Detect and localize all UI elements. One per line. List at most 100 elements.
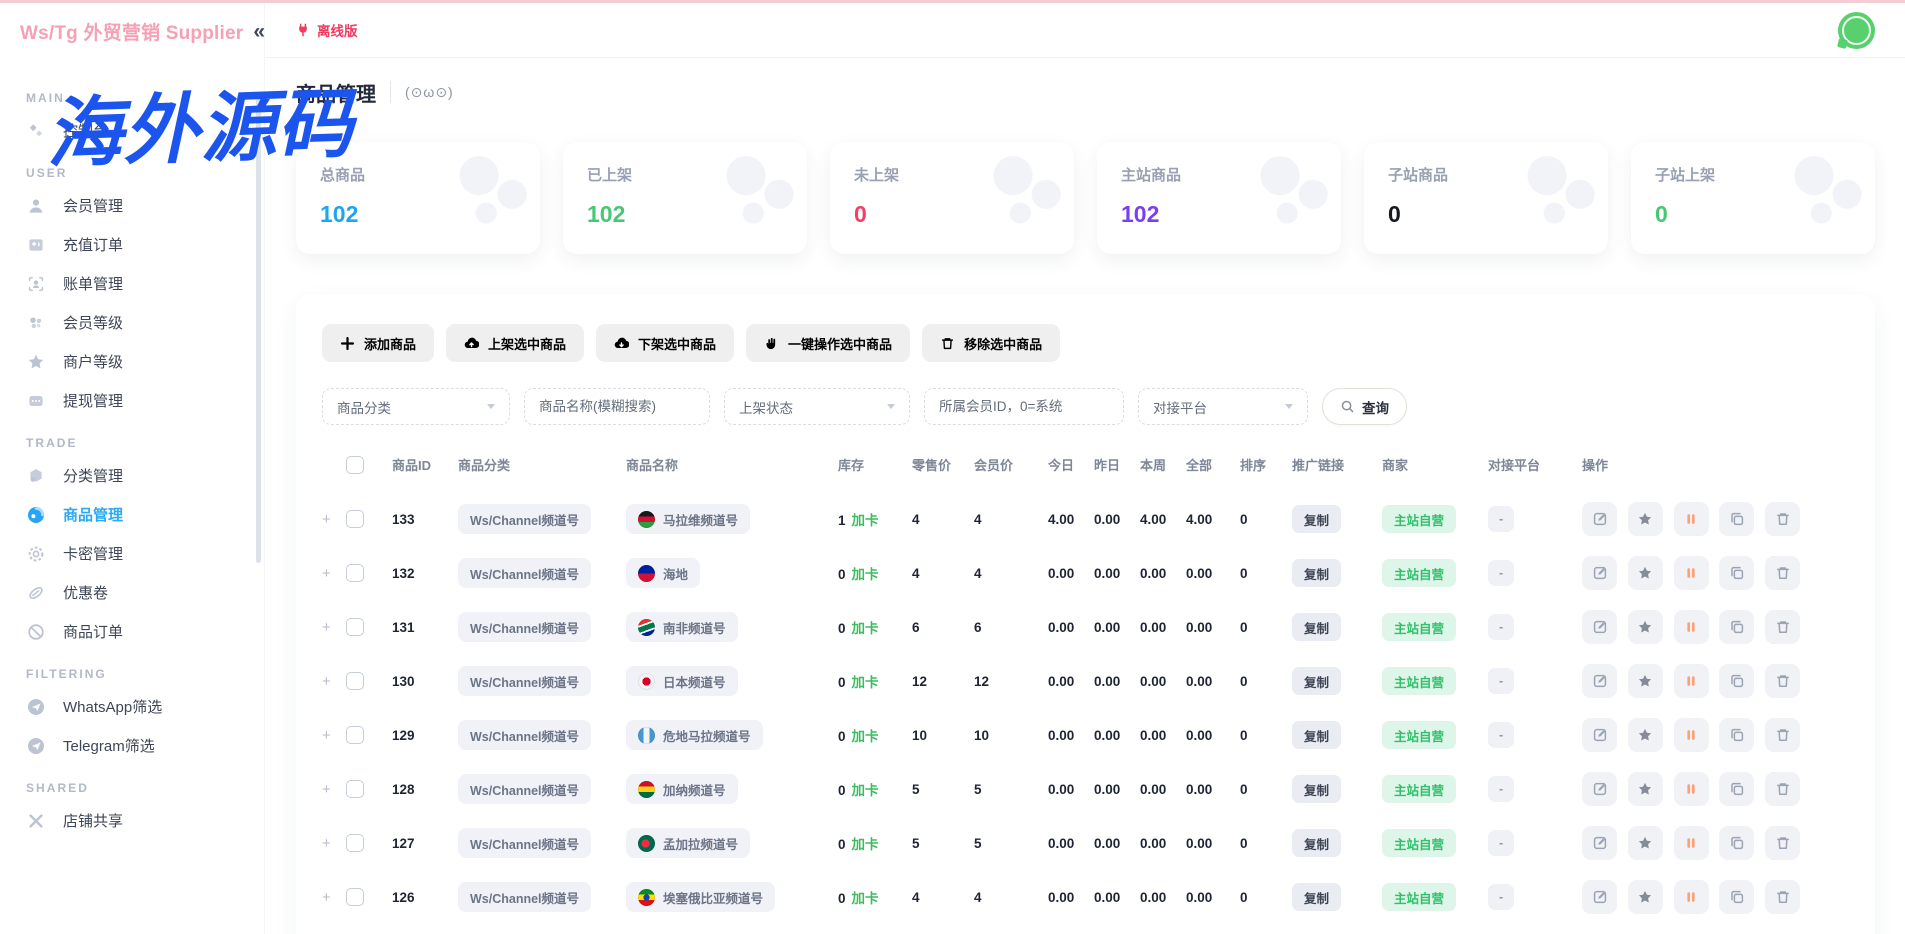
platform-select[interactable]: 对接平台	[1138, 388, 1308, 425]
action-button[interactable]: 一键操作选中商品	[746, 324, 910, 362]
duplicate-button[interactable]	[1719, 610, 1754, 644]
row-checkbox[interactable]	[346, 618, 364, 636]
action-button[interactable]: 下架选中商品	[596, 324, 734, 362]
duplicate-button[interactable]	[1719, 826, 1754, 860]
feature-button[interactable]	[1628, 664, 1663, 698]
sidebar-item[interactable]: 商户等级	[26, 342, 254, 381]
pause-button[interactable]	[1674, 664, 1709, 698]
delete-button[interactable]	[1765, 826, 1800, 860]
feature-button[interactable]	[1628, 556, 1663, 590]
sidebar-item[interactable]: 商品订单	[26, 612, 254, 651]
duplicate-button[interactable]	[1719, 502, 1754, 536]
row-checkbox[interactable]	[346, 564, 364, 582]
pause-button[interactable]	[1674, 826, 1709, 860]
offline-badge[interactable]: 离线版	[296, 20, 358, 40]
duplicate-button[interactable]	[1719, 772, 1754, 806]
copy-promo-link-button[interactable]: 复制	[1292, 505, 1341, 533]
sidebar-scrollbar[interactable]	[256, 98, 261, 563]
row-checkbox[interactable]	[346, 672, 364, 690]
copy-promo-link-button[interactable]: 复制	[1292, 721, 1341, 749]
product-name-input[interactable]	[539, 399, 695, 414]
sidebar-item[interactable]: 控制台	[26, 111, 254, 150]
pause-button[interactable]	[1674, 880, 1709, 914]
copy-promo-link-button[interactable]: 复制	[1292, 829, 1341, 857]
edit-button[interactable]	[1582, 718, 1617, 752]
expand-row-icon[interactable]: +	[322, 781, 331, 798]
sidebar-item[interactable]: 会员管理	[26, 186, 254, 225]
duplicate-button[interactable]	[1719, 556, 1754, 590]
duplicate-button[interactable]	[1719, 664, 1754, 698]
sidebar-item[interactable]: WhatsApp筛选	[26, 687, 254, 726]
category-select[interactable]: 商品分类	[322, 388, 510, 425]
delete-button[interactable]	[1765, 502, 1800, 536]
pause-button[interactable]	[1674, 772, 1709, 806]
row-checkbox[interactable]	[346, 888, 364, 906]
member-id-input[interactable]	[939, 399, 1109, 414]
delete-button[interactable]	[1765, 610, 1800, 644]
status-select[interactable]: 上架状态	[724, 388, 910, 425]
search-button[interactable]: 查询	[1322, 388, 1407, 425]
delete-button[interactable]	[1765, 718, 1800, 752]
expand-row-icon[interactable]: +	[322, 727, 331, 744]
country-flag-icon	[638, 727, 655, 744]
sidebar-item[interactable]: 账单管理	[26, 264, 254, 303]
edit-button[interactable]	[1582, 880, 1617, 914]
delete-button[interactable]	[1765, 880, 1800, 914]
expand-row-icon[interactable]: +	[322, 835, 331, 852]
expand-row-icon[interactable]: +	[322, 511, 331, 528]
sidebar-item[interactable]: 充值订单	[26, 225, 254, 264]
feature-button[interactable]	[1628, 772, 1663, 806]
pause-button[interactable]	[1674, 610, 1709, 644]
pause-button[interactable]	[1674, 718, 1709, 752]
action-button[interactable]: 添加商品	[322, 324, 434, 362]
feature-button[interactable]	[1628, 880, 1663, 914]
feature-button[interactable]	[1628, 502, 1663, 536]
trash-icon	[1775, 889, 1791, 905]
expand-row-icon[interactable]: +	[322, 565, 331, 582]
edit-button[interactable]	[1582, 664, 1617, 698]
sidebar-collapse-icon[interactable]: «	[253, 21, 265, 42]
edit-button[interactable]	[1582, 826, 1617, 860]
sidebar-item[interactable]: 分类管理	[26, 456, 254, 495]
sidebar-item[interactable]: Telegram筛选	[26, 726, 254, 765]
delete-button[interactable]	[1765, 664, 1800, 698]
select-all-checkbox[interactable]	[346, 456, 364, 474]
feature-button[interactable]	[1628, 826, 1663, 860]
duplicate-button[interactable]	[1719, 880, 1754, 914]
feature-button[interactable]	[1628, 610, 1663, 644]
pause-button[interactable]	[1674, 556, 1709, 590]
sidebar-item[interactable]: 优惠卷	[26, 573, 254, 612]
sidebar-item[interactable]: 店铺共享	[26, 801, 254, 840]
delete-button[interactable]	[1765, 556, 1800, 590]
expand-row-icon[interactable]: +	[322, 673, 331, 690]
copy-promo-link-button[interactable]: 复制	[1292, 559, 1341, 587]
row-checkbox[interactable]	[346, 726, 364, 744]
expand-row-icon[interactable]: +	[322, 619, 331, 636]
sidebar-item-icon	[26, 196, 46, 216]
action-button[interactable]: 移除选中商品	[922, 324, 1060, 362]
edit-button[interactable]	[1582, 502, 1617, 536]
sidebar-item[interactable]: 卡密管理	[26, 534, 254, 573]
copy-promo-link-button[interactable]: 复制	[1292, 613, 1341, 641]
expand-row-icon[interactable]: +	[322, 889, 331, 906]
edit-button[interactable]	[1582, 610, 1617, 644]
pause-button[interactable]	[1674, 502, 1709, 536]
sidebar-item[interactable]: 商品管理	[26, 495, 254, 534]
user-avatar[interactable]	[1838, 12, 1875, 49]
copy-promo-link-button[interactable]: 复制	[1292, 883, 1341, 911]
edit-button[interactable]	[1582, 556, 1617, 590]
stock-cell: 0加卡	[838, 816, 912, 870]
action-button[interactable]: 上架选中商品	[446, 324, 584, 362]
feature-button[interactable]	[1628, 718, 1663, 752]
copy-promo-link-button[interactable]: 复制	[1292, 775, 1341, 803]
duplicate-button[interactable]	[1719, 718, 1754, 752]
row-checkbox[interactable]	[346, 510, 364, 528]
delete-button[interactable]	[1765, 772, 1800, 806]
row-checkbox[interactable]	[346, 780, 364, 798]
week-sales: 0.00	[1140, 600, 1186, 654]
sidebar-item[interactable]: 提现管理	[26, 381, 254, 420]
row-checkbox[interactable]	[346, 834, 364, 852]
edit-button[interactable]	[1582, 772, 1617, 806]
sidebar-item[interactable]: 会员等级	[26, 303, 254, 342]
copy-promo-link-button[interactable]: 复制	[1292, 667, 1341, 695]
